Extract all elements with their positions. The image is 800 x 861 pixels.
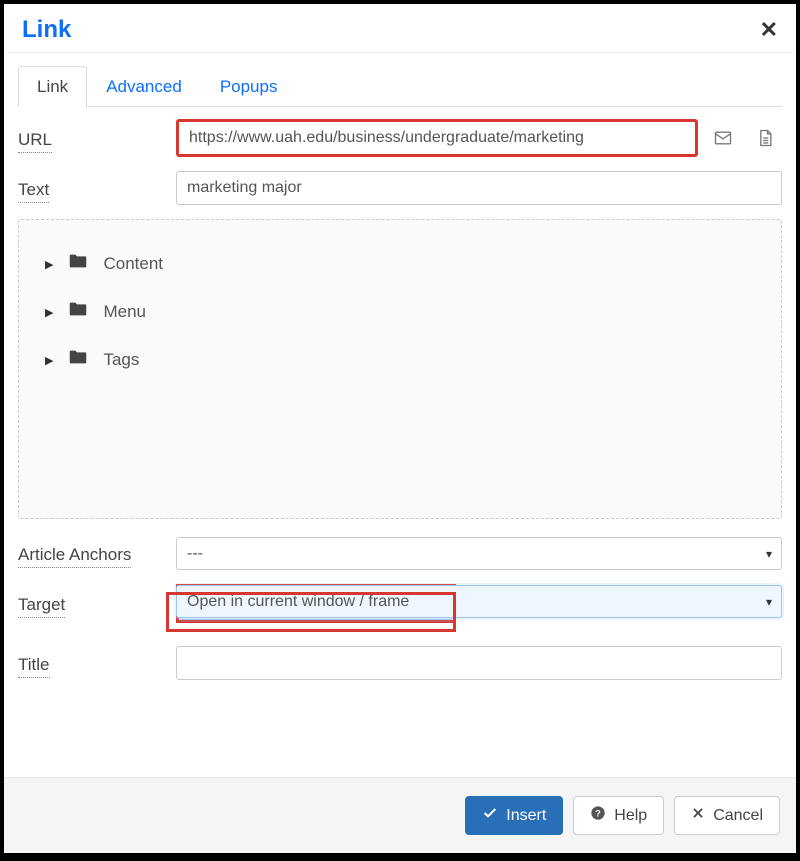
tab-bar: Link Advanced Popups	[4, 53, 796, 106]
check-icon	[482, 805, 498, 826]
anchors-select[interactable]: ---	[176, 537, 782, 570]
tree-item-label: Menu	[103, 302, 146, 322]
folder-icon	[67, 298, 89, 326]
cancel-label: Cancel	[713, 807, 763, 825]
caret-right-icon: ▶	[45, 306, 53, 319]
insert-button[interactable]: Insert	[465, 796, 563, 835]
close-icon	[691, 806, 705, 825]
tree-item-menu[interactable]: ▶ Menu	[45, 288, 755, 336]
insert-label: Insert	[506, 807, 546, 825]
caret-right-icon: ▶	[45, 258, 53, 271]
document-icon[interactable]	[748, 121, 782, 155]
tree-item-tags[interactable]: ▶ Tags	[45, 336, 755, 384]
link-browser-tree: ▶ Content ▶ Menu ▶ Tags	[18, 219, 782, 519]
dialog-footer: Insert ? Help Cancel	[4, 777, 796, 853]
form-area: URL Text ▶ Conte	[4, 107, 796, 777]
dialog-title: Link	[22, 16, 71, 44]
cancel-button[interactable]: Cancel	[674, 796, 780, 835]
text-label: Text	[18, 180, 49, 203]
tree-item-label: Content	[103, 254, 163, 274]
tree-item-label: Tags	[103, 350, 139, 370]
url-label: URL	[18, 130, 52, 153]
url-input[interactable]	[176, 119, 698, 157]
url-row: URL	[18, 119, 782, 157]
title-row: Title	[18, 646, 782, 680]
close-icon[interactable]: ✕	[760, 17, 778, 43]
title-label: Title	[18, 655, 50, 678]
folder-icon	[67, 250, 89, 278]
help-icon: ?	[590, 805, 606, 826]
tab-link[interactable]: Link	[18, 66, 87, 107]
tab-advanced[interactable]: Advanced	[87, 66, 201, 107]
text-input[interactable]	[176, 171, 782, 205]
text-row: Text	[18, 171, 782, 205]
folder-icon	[67, 346, 89, 374]
link-dialog: Link ✕ Link Advanced Popups URL Text	[4, 4, 796, 853]
svg-text:?: ?	[595, 808, 601, 818]
help-button[interactable]: ? Help	[573, 796, 664, 835]
title-input[interactable]	[176, 646, 782, 680]
email-icon[interactable]	[706, 121, 740, 155]
target-select-full[interactable]: Open in current window / frame	[176, 585, 782, 618]
tab-popups[interactable]: Popups	[201, 66, 297, 107]
tree-item-content[interactable]: ▶ Content	[45, 240, 755, 288]
anchors-label: Article Anchors	[18, 545, 131, 568]
help-label: Help	[614, 807, 647, 825]
caret-right-icon: ▶	[45, 354, 53, 367]
anchors-row: Article Anchors --- ▾	[18, 537, 782, 570]
dialog-header: Link ✕	[4, 4, 796, 53]
